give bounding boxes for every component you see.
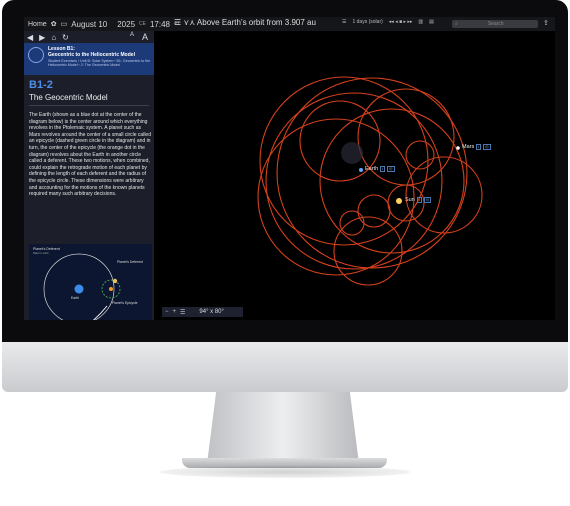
search-input[interactable]: ⌕ Search [452, 20, 538, 28]
mars-label: Mars [462, 144, 475, 150]
lesson-text: The Earth (shown as a blue dot at the ce… [29, 112, 151, 198]
earth-label-tag[interactable]: Earth i ◎ [365, 166, 395, 172]
earth-marker [359, 168, 363, 172]
vantage-label[interactable]: Above Earth’s orbit from 3.907 au [197, 18, 316, 27]
sky-view[interactable]: Earth i ◎ Sun i ◎ Mars i ◎ − + ☰ 94° x 8… [154, 31, 555, 320]
epicycle-center-dot [109, 287, 113, 291]
section-code: B1-2 [29, 79, 53, 91]
geocentric-diagram: Planet's Deferent Mars's orbit Earth Pla… [29, 244, 152, 320]
panel-toggle-icon[interactable]: ▥ [418, 19, 423, 25]
zoom-in-icon[interactable]: + [173, 309, 177, 315]
search-placeholder: Search [487, 21, 504, 27]
earth-label: Earth [365, 166, 379, 172]
sun-marker [396, 198, 402, 204]
home-button[interactable]: Home [28, 21, 47, 28]
monitor-shadow [160, 466, 410, 478]
home-icon[interactable]: ⌂ [51, 33, 56, 42]
time-field[interactable]: 17:48 [150, 20, 170, 29]
lesson-breadcrumb: Student Exercises › Unit B: Solar System… [48, 59, 151, 68]
time-controls: ☰ 1 days (solar) ◂◂ ◂ ■ ▸ ▸▸ ▥ ▤ [342, 19, 434, 25]
era-field[interactable]: CE [139, 21, 146, 27]
sidebar: ◀ ▶ ⌂ ↻ A A Lesson B1: Geocentric to the… [24, 31, 154, 320]
target-icon[interactable]: ◎ [387, 166, 395, 172]
menu-icon[interactable]: ☰ [174, 18, 181, 27]
orbit-plot [257, 76, 483, 286]
back-icon[interactable]: ◀ [27, 33, 33, 42]
earth-dot [74, 284, 84, 294]
info-icon[interactable]: i [380, 166, 386, 172]
calendar-icon[interactable]: ▭ [61, 20, 68, 28]
view-menu-icon[interactable]: ☰ [180, 309, 185, 316]
rate-menu-icon[interactable]: ☰ [342, 19, 346, 25]
screen: Home ✿ ▭ August 10 2025 CE 17:48 41 ☰ ⋎⋏… [24, 17, 555, 320]
sun-label-tag[interactable]: Sun i ◎ [405, 197, 432, 203]
divider [29, 105, 149, 106]
zoom-toolbar: − + ☰ 94° x 80° [162, 307, 243, 317]
lesson-icon [28, 47, 44, 63]
date-field[interactable]: August 10 [71, 20, 107, 29]
refresh-icon[interactable]: ↻ [62, 33, 69, 42]
earth-glow [341, 142, 363, 164]
lesson-header[interactable]: Lesson B1: Geocentric to the Heliocentri… [24, 43, 154, 75]
text-larger-button[interactable]: A [142, 32, 148, 42]
diagram-graphic [43, 253, 121, 320]
lesson-title: Geocentric to the Heliocentric Model [48, 52, 135, 58]
sun-label: Sun [405, 197, 415, 203]
rate-label[interactable]: 1 days (solar) [352, 19, 382, 25]
vantage-bar: ☰ ⋎⋏ Above Earth’s orbit from 3.907 au [174, 18, 316, 27]
playback-icons[interactable]: ◂◂ ◂ ■ ▸ ▸▸ [389, 19, 413, 25]
mars-orbit-loops [257, 76, 483, 286]
text-smaller-button[interactable]: A [130, 32, 134, 42]
info-icon[interactable]: i [416, 197, 422, 203]
target-icon[interactable]: ◎ [483, 144, 491, 150]
diagram-earth-label: Earth [71, 296, 80, 300]
zoom-out-icon[interactable]: − [165, 309, 169, 315]
settings-icon[interactable]: ✿ [51, 20, 57, 28]
target-icon[interactable]: ◎ [423, 197, 432, 203]
sidebar-nav: ◀ ▶ ⌂ ↻ A A [24, 31, 154, 43]
text-size-controls: A A [130, 32, 148, 42]
share-icon[interactable]: ⇪ [543, 19, 549, 27]
monitor-chin [2, 342, 568, 392]
up-icon[interactable]: ⋎⋏ [183, 18, 195, 27]
layout-toggle-icon[interactable]: ▤ [429, 19, 434, 25]
diagram-deferent-label: Planet's Deferent [117, 260, 143, 264]
year-field[interactable]: 2025 [117, 20, 135, 29]
planet-dot [112, 278, 118, 284]
diagram-epicycle-label: Planet's Epicycle [112, 301, 138, 305]
info-icon[interactable]: i [476, 144, 482, 150]
field-of-view[interactable]: 94° x 80° [199, 309, 223, 315]
mars-marker [456, 146, 460, 150]
search-icon: ⌕ [455, 21, 458, 27]
forward-icon[interactable]: ▶ [39, 33, 45, 42]
mars-label-tag[interactable]: Mars i ◎ [462, 144, 491, 150]
section-title: The Geocentric Model [29, 93, 108, 102]
monitor-stand [207, 392, 359, 464]
